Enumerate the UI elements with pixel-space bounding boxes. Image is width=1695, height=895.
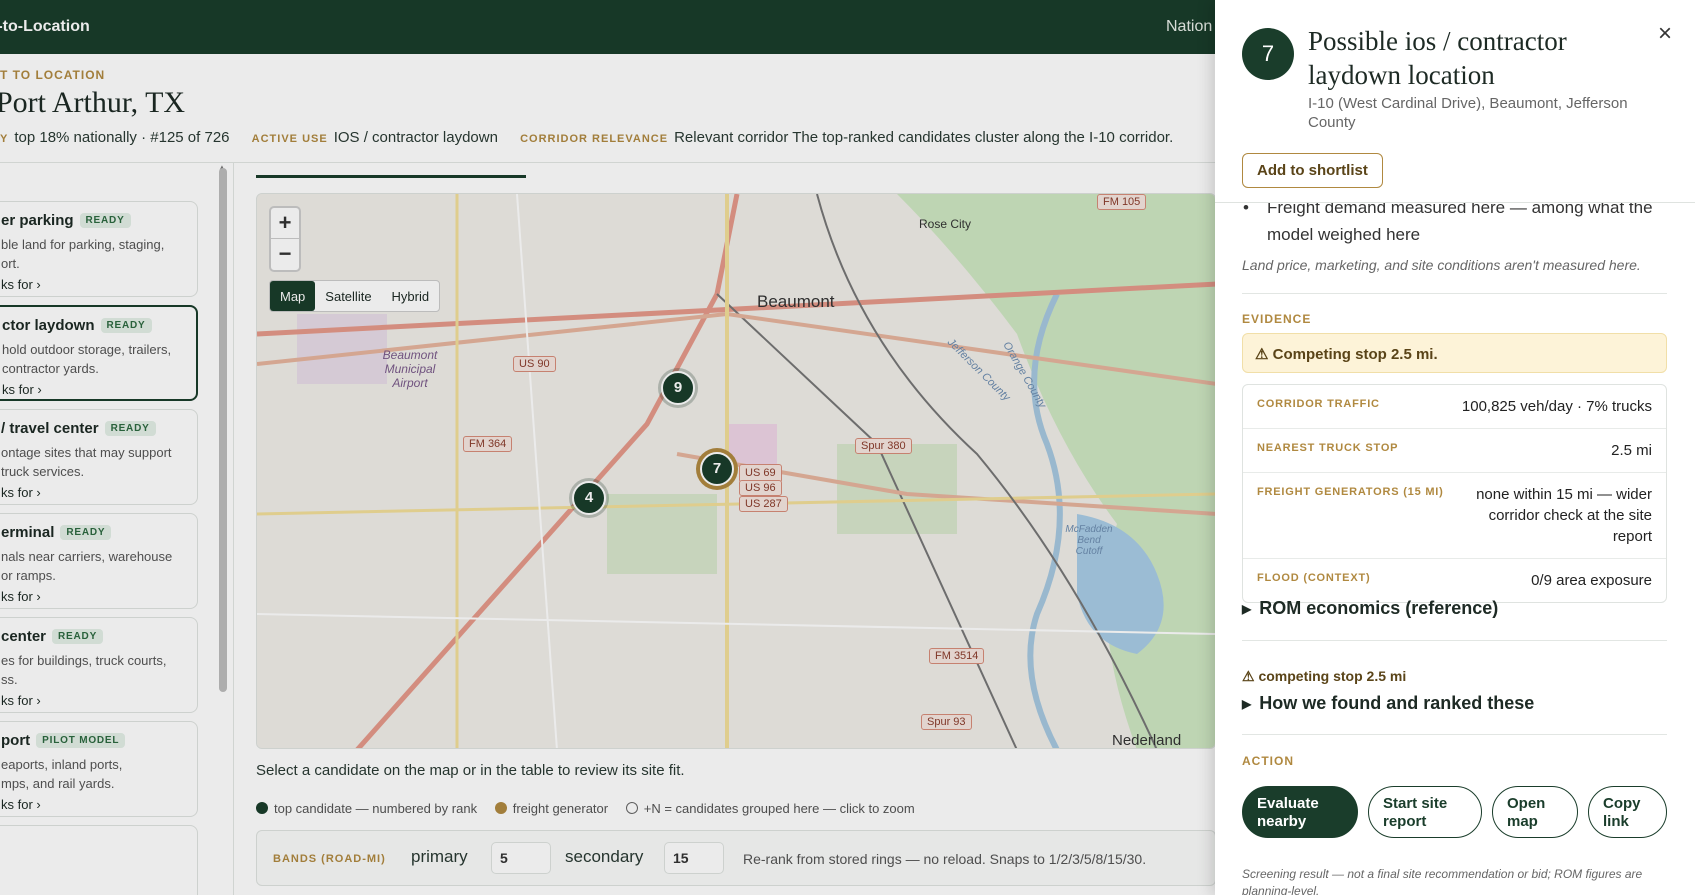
evaluate-nearby-button[interactable]: Evaluate nearby	[1242, 786, 1358, 838]
competing-warning: ⚠ Competing stop 2.5 mi.	[1242, 333, 1667, 373]
methodology-toggle[interactable]: ▶ How we found and ranked these	[1242, 693, 1534, 714]
disclosure-triangle-icon: ▶	[1242, 697, 1252, 711]
candidate-title: Possible ios / contractor laydown locati…	[1308, 26, 1567, 90]
evidence-value: none within 15 mi — wider corridor check…	[1476, 486, 1652, 545]
evidence-key: FLOOD (CONTEXT)	[1257, 572, 1371, 584]
evidence-row: CORRIDOR TRAFFIC 100,825 veh/day · 7% tru…	[1243, 385, 1666, 429]
evidence-row: FLOOD (CONTEXT) 0/9 area exposure	[1243, 559, 1666, 602]
divider	[1242, 640, 1667, 641]
candidate-detail-panel: Freight demand measured here — among wha…	[1215, 0, 1695, 895]
copy-link-button[interactable]: Copy link	[1588, 786, 1667, 838]
header-divider	[1215, 202, 1695, 203]
evidence-table: CORRIDOR TRAFFIC 100,825 veh/day · 7% tru…	[1242, 384, 1667, 603]
screening-footnote: Screening result — not a final site reco…	[1242, 867, 1643, 895]
evidence-heading: EVIDENCE	[1242, 312, 1312, 326]
candidate-rank: 7	[1242, 28, 1294, 80]
caveat-text: Land price, marketing, and site conditio…	[1242, 257, 1641, 273]
rom-economics-toggle[interactable]: ▶ ROM economics (reference)	[1242, 598, 1498, 619]
panel-header: 7 Possible ios / contractor laydown loca…	[1215, 0, 1695, 202]
methodology-label: How we found and ranked these	[1259, 693, 1535, 713]
evidence-row: NEAREST TRUCK STOP 2.5 mi	[1243, 429, 1666, 473]
action-heading: ACTION	[1242, 754, 1294, 768]
modal-backdrop[interactable]	[0, 0, 1215, 895]
open-map-button[interactable]: Open map	[1492, 786, 1578, 838]
divider	[1242, 293, 1667, 294]
start-site-report-button[interactable]: Start site report	[1368, 786, 1482, 838]
evidence-key: NEAREST TRUCK STOP	[1257, 442, 1399, 454]
close-icon[interactable]: ×	[1658, 20, 1672, 48]
add-to-shortlist-button[interactable]: Add to shortlist	[1242, 153, 1383, 188]
rom-label: ROM economics (reference)	[1259, 598, 1499, 618]
evidence-key: CORRIDOR TRAFFIC	[1257, 398, 1380, 410]
evidence-key: FREIGHT GENERATORS (15 MI)	[1257, 486, 1444, 498]
candidate-address: I-10 (West Cardinal Drive), Beaumont, Je…	[1308, 95, 1628, 131]
competing-stop-note: ⚠ competing stop 2.5 mi	[1242, 668, 1407, 684]
disclosure-triangle-icon: ▶	[1242, 602, 1252, 616]
divider	[1242, 734, 1667, 735]
evidence-row: FREIGHT GENERATORS (15 MI) none within 15…	[1243, 473, 1666, 559]
